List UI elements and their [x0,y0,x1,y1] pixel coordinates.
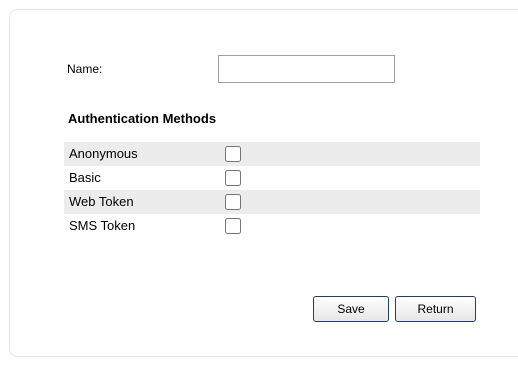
basic-checkbox[interactable] [225,170,241,186]
method-label-anonymous: Anonymous [69,146,138,161]
authentication-methods-list: Anonymous Basic Web Token SMS Token [64,142,480,238]
web-token-checkbox[interactable] [225,194,241,210]
authentication-methods-heading: Authentication Methods [68,111,217,126]
method-row-anonymous: Anonymous [64,142,480,166]
method-label-sms-token: SMS Token [69,218,136,233]
method-label-web-token: Web Token [69,194,134,209]
save-button[interactable]: Save [313,296,389,322]
method-label-basic: Basic [69,170,101,185]
anonymous-checkbox[interactable] [225,146,241,162]
method-row-sms-token: SMS Token [64,214,480,238]
return-button[interactable]: Return [395,296,476,322]
sms-token-checkbox[interactable] [225,218,241,234]
method-row-basic: Basic [64,166,480,190]
name-input[interactable] [218,55,395,83]
name-label: Name: [67,62,103,76]
method-row-web-token: Web Token [64,190,480,214]
